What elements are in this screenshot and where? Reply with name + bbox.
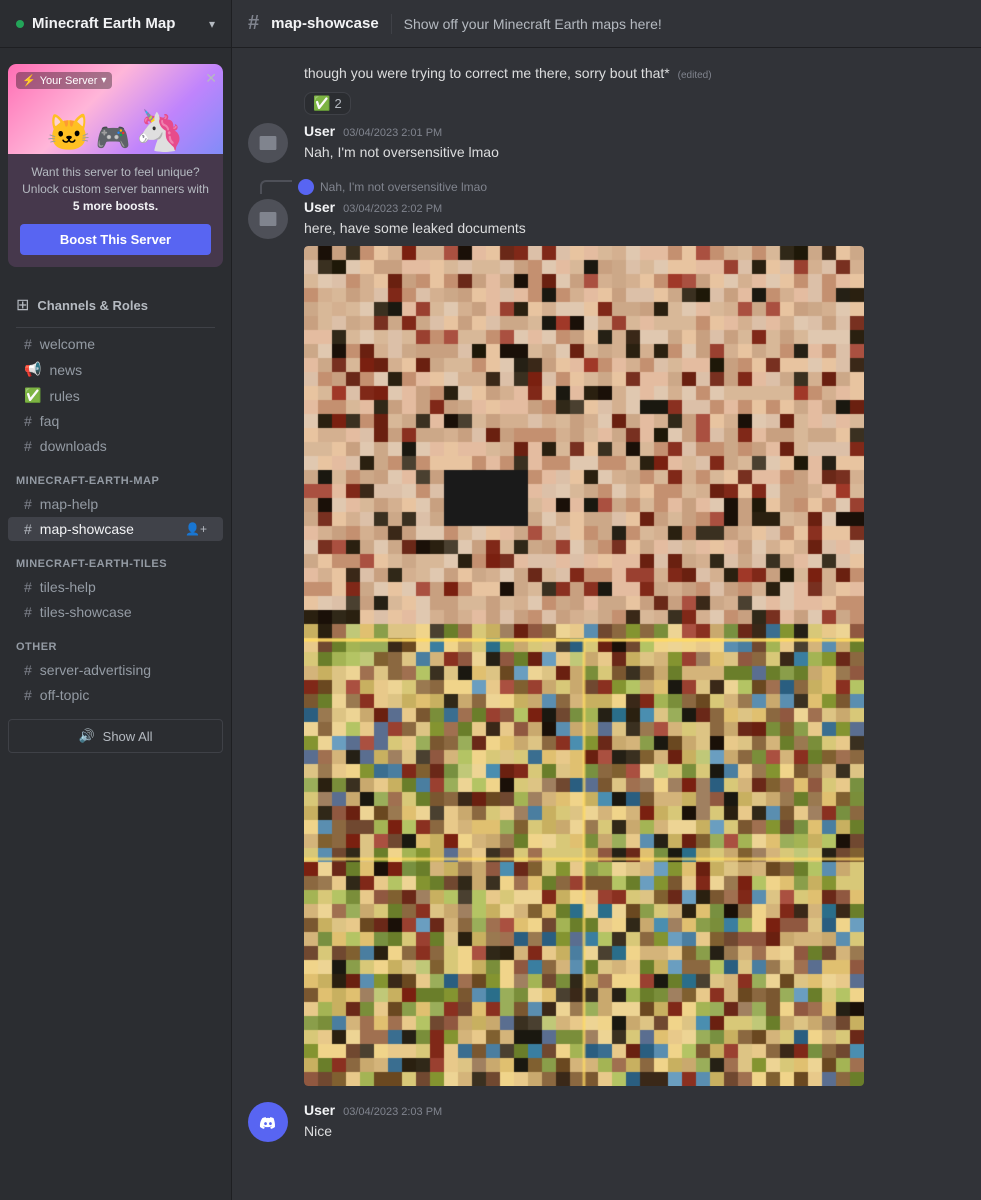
- hash-icon: #: [24, 521, 32, 537]
- message-image[interactable]: [304, 246, 884, 1086]
- channel-name-heading: map-showcase: [271, 15, 379, 32]
- sidebar-item-downloads[interactable]: # downloads: [8, 434, 223, 458]
- sidebar-item-rules[interactable]: ✅ rules: [8, 383, 223, 408]
- reply-mini-avatar: [298, 179, 314, 195]
- sidebar-item-news[interactable]: 📢 news: [8, 357, 223, 382]
- edited-tag: (edited): [678, 70, 712, 81]
- boost-icon: ⚡: [22, 74, 36, 87]
- channel-description: Show off your Minecraft Earth maps here!: [404, 16, 662, 32]
- sidebar-item-server-advertising[interactable]: # server-advertising: [8, 658, 223, 682]
- boost-banner: ⚡ Your Server ▾ 🐱 🎮 🦄: [8, 64, 223, 154]
- speaker-icon: 🔊: [78, 728, 94, 744]
- checkmark-icon: ✅: [24, 387, 41, 404]
- category-other[interactable]: OTHER: [0, 625, 231, 657]
- messages-area: though you were trying to correct me the…: [232, 48, 981, 1200]
- avatar: [248, 123, 288, 163]
- channels-roles-section: ⊞ Channels & Roles: [0, 279, 231, 323]
- hash-icon: #: [24, 579, 32, 595]
- boost-card-body: Want this server to feel unique? Unlock …: [8, 154, 223, 267]
- username: User: [304, 199, 335, 215]
- message-group-2: User 03/04/2023 2:01 PM Nah, I'm not ove…: [248, 123, 965, 163]
- message-content: User 03/04/2023 2:03 PM Nice: [304, 1102, 965, 1142]
- message-content: User 03/04/2023 2:01 PM Nah, I'm not ove…: [304, 123, 965, 163]
- server-header[interactable]: Minecraft Earth Map ▾: [0, 0, 231, 48]
- chevron-down-icon: ▾: [209, 17, 215, 31]
- hash-icon: #: [24, 687, 32, 703]
- megaphone-icon: 📢: [24, 361, 41, 378]
- sidebar-item-off-topic[interactable]: # off-topic: [8, 683, 223, 707]
- message-group-4: User 03/04/2023 2:03 PM Nice: [248, 1102, 965, 1142]
- hash-icon: #: [24, 496, 32, 512]
- reaction-checkmark[interactable]: ✅ 2: [304, 92, 351, 115]
- avatar: [248, 1102, 288, 1142]
- sidebar-item-map-showcase[interactable]: # map-showcase 👤+: [8, 517, 223, 541]
- category-minecraft-earth-tiles[interactable]: MINECRAFT-EARTH-TILES: [0, 542, 231, 574]
- hash-icon: #: [24, 604, 32, 620]
- close-icon[interactable]: ✕: [205, 70, 217, 87]
- message-text: Nice: [304, 1122, 965, 1142]
- message-meta: User 03/04/2023 2:01 PM: [304, 123, 965, 139]
- message-text: though you were trying to correct me the…: [304, 65, 712, 81]
- sidebar-item-welcome[interactable]: # welcome: [8, 332, 223, 356]
- category-minecraft-earth-map[interactable]: MINECRAFT-EARTH-MAP: [0, 459, 231, 491]
- sidebar-item-map-help[interactable]: # map-help: [8, 492, 223, 516]
- message-continuation-1: though you were trying to correct me the…: [248, 64, 965, 115]
- sidebar-item-tiles-help[interactable]: # tiles-help: [8, 575, 223, 599]
- channel-header: # map-showcase Show off your Minecraft E…: [232, 0, 981, 48]
- timestamp: 03/04/2023 2:01 PM: [343, 127, 442, 139]
- checkmark-icon: ✅: [313, 95, 330, 112]
- sidebar-content: ✕ ⚡ Your Server ▾ 🐱 🎮 🦄 Want this server…: [0, 48, 231, 1200]
- message-content: User 03/04/2023 2:02 PM here, have some …: [304, 199, 965, 1087]
- message-meta: User 03/04/2023 2:02 PM: [304, 199, 965, 215]
- message-meta: User 03/04/2023 2:03 PM: [304, 1102, 965, 1118]
- channels-roles-label: Channels & Roles: [37, 298, 148, 313]
- boost-description: Want this server to feel unique? Unlock …: [20, 164, 211, 214]
- reaction-count: 2: [334, 96, 341, 111]
- main-content: # map-showcase Show off your Minecraft E…: [232, 0, 981, 1200]
- username: User: [304, 1102, 335, 1118]
- message-group-3: Nah, I'm not oversensitive lmao User 03/…: [248, 179, 965, 1087]
- message-row-3: User 03/04/2023 2:02 PM here, have some …: [248, 199, 965, 1087]
- sidebar-item-tiles-showcase[interactable]: # tiles-showcase: [8, 600, 223, 624]
- general-channels: # welcome 📢 news ✅ rules # faq # downloa…: [0, 332, 231, 458]
- server-name: Minecraft Earth Map: [32, 15, 209, 32]
- reply-preview-text: Nah, I'm not oversensitive lmao: [320, 180, 487, 194]
- timestamp: 03/04/2023 2:03 PM: [343, 1106, 442, 1118]
- header-divider: [391, 14, 392, 34]
- boost-this-server-button[interactable]: Boost This Server: [20, 224, 211, 255]
- hash-icon: #: [24, 413, 32, 429]
- channel-hash-icon: #: [248, 12, 259, 35]
- channels-roles-icon: ⊞: [16, 295, 29, 315]
- hash-icon: #: [24, 336, 32, 352]
- timestamp: 03/04/2023 2:02 PM: [343, 203, 442, 215]
- hash-icon: #: [24, 438, 32, 454]
- hash-icon: #: [24, 662, 32, 678]
- add-user-icon: 👤+: [185, 522, 207, 536]
- banner-chevron-icon: ▾: [101, 75, 106, 86]
- username: User: [304, 123, 335, 139]
- divider: [16, 327, 215, 328]
- message-text: Nah, I'm not oversensitive lmao: [304, 143, 965, 163]
- sidebar-item-faq[interactable]: # faq: [8, 409, 223, 433]
- avatar: [248, 199, 288, 239]
- banner-label: ⚡ Your Server ▾: [16, 72, 112, 89]
- boost-card: ✕ ⚡ Your Server ▾ 🐱 🎮 🦄 Want this server…: [8, 64, 223, 267]
- server-status-dot: [16, 20, 24, 28]
- show-all-button[interactable]: 🔊 Show All: [8, 719, 223, 753]
- sidebar: Minecraft Earth Map ▾ ✕ ⚡ Your Server ▾ …: [0, 0, 232, 1200]
- message-text: here, have some leaked documents: [304, 219, 965, 239]
- show-all-label: Show All: [103, 729, 153, 744]
